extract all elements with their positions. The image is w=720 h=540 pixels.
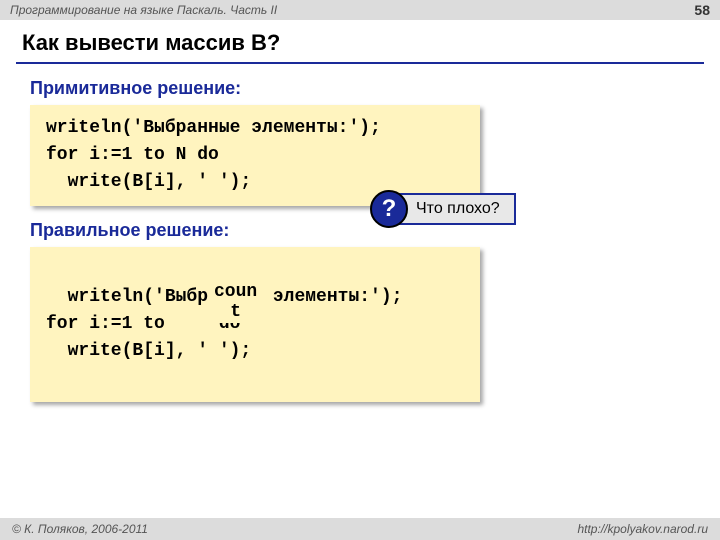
question-icon: ? [370,190,408,228]
section-label-primitive: Примитивное решение: [0,72,720,103]
page-title: Как вывести массив B? [0,20,720,60]
copyright: © К. Поляков, 2006-2011 [12,522,148,536]
slide-footer: © К. Поляков, 2006-2011 http://kpolyakov… [0,518,720,540]
page-number: 58 [694,2,710,18]
footer-url: http://kpolyakov.narod.ru [577,522,708,536]
course-title: Программирование на языке Паскаль. Часть… [10,3,277,17]
callout: ? Что плохо? [370,190,516,228]
callout-text: Что плохо? [390,193,516,225]
count-patch: coun t [208,283,263,323]
slide-header: Программирование на языке Паскаль. Часть… [0,0,720,20]
section-label-correct: Правильное решение: [0,214,720,245]
title-divider [16,62,704,64]
code-box-correct: writeln('Выбранные элементы:'); for i:=1… [30,247,480,402]
